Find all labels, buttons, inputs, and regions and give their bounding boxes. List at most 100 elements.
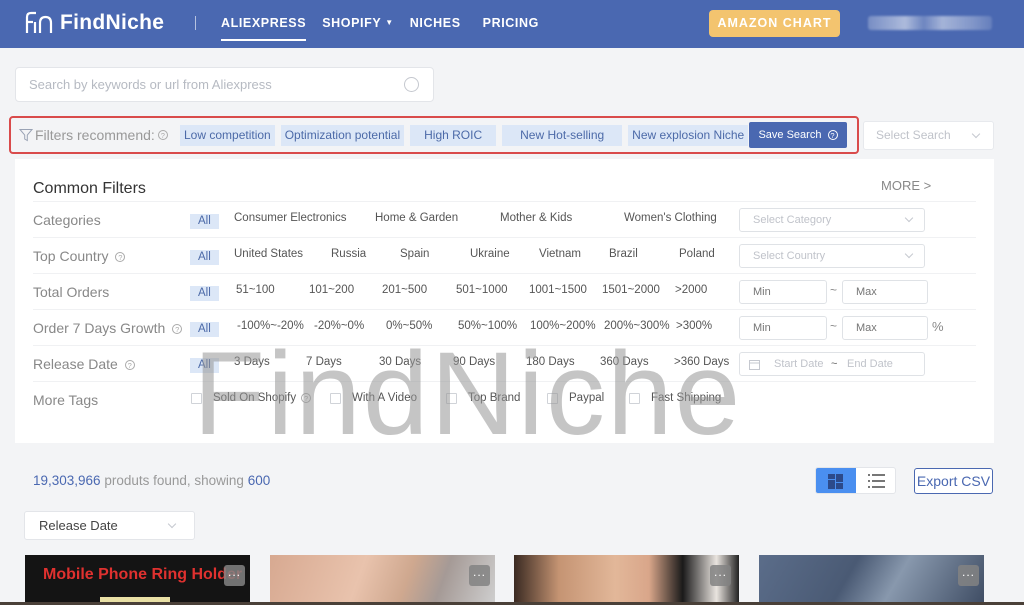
growth-option[interactable]: 0%~50% [386, 320, 432, 332]
product-image-text: Mobile Phone Ring Holder [43, 566, 243, 583]
grid-view-button[interactable] [816, 468, 856, 493]
help-icon[interactable]: ? [115, 252, 126, 263]
search-icon[interactable] [404, 77, 419, 92]
user-account-menu[interactable] [868, 16, 992, 30]
checkbox[interactable] [547, 392, 558, 404]
amazon-chart-button[interactable]: AMAZON CHART [709, 10, 840, 37]
country-option[interactable]: Poland [679, 248, 715, 260]
release-option[interactable]: 90 Days [453, 356, 495, 368]
filters-recommend-bar: Filters recommend: ? Low competition Opt… [9, 116, 859, 154]
nav-aliexpress[interactable]: ALIEXPRESS [221, 16, 307, 41]
checkbox[interactable] [330, 392, 341, 404]
orders-option[interactable]: 501~1000 [456, 284, 508, 296]
help-icon[interactable]: ? [124, 360, 135, 371]
growth-option[interactable]: 50%~100% [458, 320, 517, 332]
growth-option[interactable]: >300% [676, 320, 712, 332]
search-input[interactable] [16, 68, 386, 101]
date-range-picker[interactable]: Start Date ~ End Date [739, 352, 925, 376]
growth-min-input[interactable] [739, 316, 827, 340]
export-csv-button[interactable]: Export CSV [914, 468, 993, 494]
nav-shopify[interactable]: SHOPIFY ▼ [322, 16, 394, 30]
results-summary: 19,303,966 produts found, showing 600 [33, 473, 270, 488]
recommend-tag-new-explosion-niche[interactable]: New explosion Niche [628, 125, 749, 146]
release-option[interactable]: 7 Days [306, 356, 342, 368]
orders-min-input[interactable] [739, 280, 827, 304]
select-search-dropdown[interactable]: Select Search [863, 121, 994, 150]
growth-option[interactable]: 100%~200% [530, 320, 596, 332]
categories-label: Categories [33, 212, 101, 228]
country-option[interactable]: Spain [400, 248, 429, 260]
categories-option[interactable]: Women's Clothing [624, 212, 717, 224]
country-option[interactable]: Vietnam [539, 248, 581, 260]
select-country-dropdown[interactable]: Select Country [739, 244, 925, 268]
categories-option[interactable]: Home & Garden [375, 212, 458, 224]
more-options-icon[interactable]: ... [224, 565, 245, 586]
growth-option[interactable]: -100%~-20% [237, 320, 304, 332]
product-card[interactable]: ... [270, 555, 495, 605]
findniche-logo[interactable]: FindNiche [24, 11, 164, 35]
nav-pricing[interactable]: PRICING [483, 16, 539, 30]
more-options-icon[interactable]: ... [469, 565, 490, 586]
nav-niches-label: NICHES [409, 16, 461, 30]
growth-option[interactable]: 200%~300% [604, 320, 670, 332]
end-date-placeholder[interactable]: End Date [847, 353, 893, 375]
select-category-dropdown[interactable]: Select Category [739, 208, 925, 232]
start-date-placeholder[interactable]: Start Date [774, 353, 824, 375]
recommend-tag-low-competition[interactable]: Low competition [180, 125, 275, 146]
recommend-tag-optimization-potential[interactable]: Optimization potential [280, 125, 405, 146]
sort-by-dropdown[interactable]: Release Date [24, 511, 195, 540]
categories-option[interactable]: Consumer Electronics [234, 212, 346, 224]
filter-row-categories: Categories All Consumer Electronics Home… [33, 201, 976, 237]
help-icon[interactable]: ? [157, 130, 168, 140]
checkbox[interactable] [191, 392, 202, 404]
help-icon[interactable]: ? [301, 393, 312, 403]
more-options-icon[interactable]: ... [958, 565, 979, 586]
orders-max-input[interactable] [842, 280, 928, 304]
release-option[interactable]: 3 Days [234, 356, 270, 368]
country-option[interactable]: United States [234, 248, 303, 260]
tag-checkbox-with-a-video[interactable]: With A Video [330, 392, 417, 404]
release-option[interactable]: >360 Days [674, 356, 729, 368]
tag-checkbox-fast-shipping[interactable]: Fast Shipping [629, 392, 721, 404]
release-option-all[interactable]: All [190, 358, 219, 373]
growth-option-all[interactable]: All [190, 322, 219, 337]
orders-option[interactable]: >2000 [675, 284, 707, 296]
orders-option[interactable]: 101~200 [309, 284, 354, 296]
orders-option[interactable]: 1501~2000 [602, 284, 660, 296]
country-option[interactable]: Ukraine [470, 248, 510, 260]
country-option[interactable]: Brazil [609, 248, 638, 260]
tag-checkbox-sold-on-shopify[interactable]: Sold On Shopify ? [191, 392, 312, 404]
orders-option[interactable]: 1001~1500 [529, 284, 587, 296]
release-option[interactable]: 360 Days [600, 356, 649, 368]
main-nav: ALIEXPRESS SHOPIFY ▼ NICHES PRICING [221, 16, 555, 41]
orders-option[interactable]: 201~500 [382, 284, 427, 296]
tag-checkbox-top-brand[interactable]: Top Brand [446, 392, 520, 404]
help-icon[interactable]: ? [172, 324, 183, 335]
categories-option-all[interactable]: All [190, 214, 219, 229]
recommend-tag-new-hot-selling[interactable]: New Hot-selling [502, 125, 623, 146]
country-option[interactable]: Russia [331, 248, 366, 260]
growth-option[interactable]: -20%~0% [314, 320, 364, 332]
country-option-all[interactable]: All [190, 250, 219, 265]
filter-funnel-icon [19, 129, 33, 142]
recommend-tag-high-roic[interactable]: High ROIC [410, 125, 497, 146]
release-option[interactable]: 180 Days [526, 356, 575, 368]
release-option[interactable]: 30 Days [379, 356, 421, 368]
checkbox[interactable] [629, 392, 640, 404]
orders-option[interactable]: 51~100 [236, 284, 275, 296]
list-view-button[interactable] [856, 468, 896, 493]
save-search-button[interactable]: Save Search ? [749, 122, 847, 148]
nav-niches[interactable]: NICHES [410, 16, 461, 30]
more-options-icon[interactable]: ... [710, 565, 731, 586]
checkbox[interactable] [446, 392, 457, 404]
product-card[interactable]: ... [759, 555, 984, 605]
categories-option[interactable]: Mother & Kids [500, 212, 572, 224]
growth-max-input[interactable] [842, 316, 928, 340]
more-filters-link[interactable]: MORE > [881, 178, 931, 193]
tag-checkbox-paypal[interactable]: Paypal [547, 392, 604, 404]
product-card[interactable]: Mobile Phone Ring Holder ... [25, 555, 250, 605]
range-separator: ~ [830, 283, 838, 297]
brand-name: FindNiche [60, 11, 165, 34]
product-card[interactable]: ... [514, 555, 739, 605]
orders-option-all[interactable]: All [190, 286, 219, 301]
